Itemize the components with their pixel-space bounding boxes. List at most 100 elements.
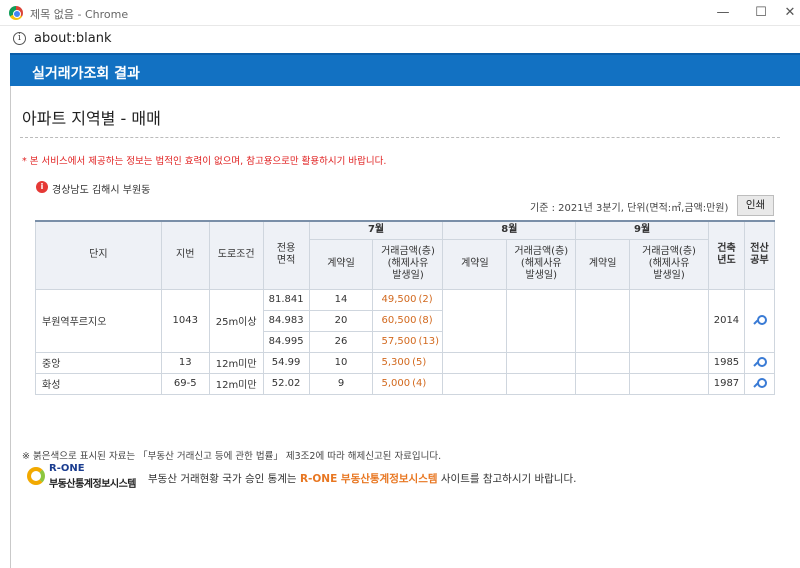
header-month-7: 7월 (308, 220, 444, 240)
area-value: 52.02 (262, 372, 310, 395)
divider (20, 137, 780, 138)
area-value: 84.983 (262, 309, 310, 332)
built-year: 1987 (707, 372, 745, 395)
chrome-logo-icon (9, 6, 23, 20)
magnifier-icon[interactable] (754, 314, 767, 326)
built-year: 1985 (707, 351, 745, 374)
complex-name: 부원역푸르지오 (35, 288, 162, 353)
area-value: 84.995 (262, 330, 310, 353)
footnote-text: ※ 붉은색으로 표시된 자료는 「부동산 거래신고 등에 관한 법률」 제3조2… (22, 451, 442, 462)
rone-notice: 부동산 거래현황 국가 승인 통계는 R-ONE 부동산통계정보시스템 사이트를… (148, 471, 576, 486)
rone-logo-subtitle: 부동산통계정보시스템 (49, 479, 137, 490)
section-title: 아파트 지역별 - 매매 (22, 109, 161, 128)
header-road: 도로조건 (208, 220, 264, 290)
header-built-year: 건축 년도 (707, 220, 745, 290)
floor-value: (8) (418, 315, 433, 326)
window-titlebar: 제목 없음 - Chrome — ☐ ✕ (0, 0, 800, 26)
amount-cell: 5,300 (5) (372, 351, 444, 374)
rone-link[interactable]: R-ONE 부동산통계정보시스템 (300, 473, 438, 485)
amount-value: 60,500 (381, 315, 417, 326)
contract-day: 9 (308, 372, 374, 395)
floor-value: (4) (412, 378, 427, 389)
amount-cell: 49,500 (2) (372, 288, 444, 311)
amount-value: 49,500 (381, 294, 417, 305)
lot-number: 13 (160, 351, 210, 374)
rone-text-before: 부동산 거래현황 국가 승인 통계는 (148, 473, 297, 485)
empty-cell (506, 372, 577, 395)
url-text[interactable]: about:blank (34, 31, 112, 46)
road-condition: 25m이상 (208, 288, 264, 353)
floor-value: (5) (412, 357, 427, 368)
header-amount: 거래금액(층) (해제사유 발생일) (506, 238, 577, 290)
header-contract-day: 계약일 (308, 238, 374, 290)
amount-value: 5,000 (381, 378, 411, 389)
registry-cell (743, 351, 776, 374)
amount-cell: 57,500 (13) (372, 330, 444, 353)
header-month-8: 8월 (442, 220, 577, 240)
magnifier-icon[interactable] (754, 377, 767, 389)
registry-cell (743, 288, 776, 353)
registry-cell (743, 372, 776, 395)
empty-cell (442, 351, 508, 374)
contract-day: 10 (308, 351, 374, 374)
header-month-9: 9월 (575, 220, 709, 240)
rone-logo-icon (27, 467, 45, 485)
transaction-table: 단지 지번 도로조건 전용 면적 7월 8월 9월 건축 년도 전산 공부 계약… (35, 220, 776, 395)
table-row: 화성 69-5 12m미만 52.02 9 5,000 (4) 1987 (35, 372, 776, 395)
amount-cell: 5,000 (4) (372, 372, 444, 395)
amount-value: 5,300 (381, 357, 411, 368)
header-complex: 단지 (35, 220, 162, 290)
header-registry: 전산 공부 (743, 220, 776, 290)
page-header: 실거래가조회 결과 (10, 53, 800, 86)
empty-cell (629, 351, 709, 374)
header-lot: 지번 (160, 220, 210, 290)
empty-cell (442, 288, 508, 353)
window-title: 제목 없음 - Chrome (30, 8, 129, 21)
info-icon[interactable]: i (13, 32, 26, 45)
empty-cell (442, 372, 508, 395)
empty-cell (506, 288, 577, 353)
empty-cell (506, 351, 577, 374)
table-row: 부원역푸르지오 1043 25m이상 81.841 14 49,500 (2) 2… (35, 288, 776, 353)
complex-name: 화성 (35, 372, 162, 395)
table-row: 중앙 13 12m미만 54.99 10 5,300 (5) 1985 (35, 351, 776, 374)
left-border (10, 86, 11, 568)
magnifier-icon[interactable] (754, 356, 767, 368)
rone-logo[interactable]: R-ONE 부동산통계정보시스템 (27, 463, 145, 491)
notice-text: * 본 서비스에서 제공하는 정보는 법적인 효력이 없으며, 참고용으로만 활… (22, 156, 387, 167)
unit-basis-text: 기준 : 2021년 3분기, 단위(면적:㎡,금액:만원) (530, 203, 729, 214)
rone-logo-name: R-ONE (49, 463, 85, 474)
header-area: 전용 면적 (262, 220, 310, 290)
header-amount: 거래금액(층) (해제사유 발생일) (629, 238, 709, 290)
amount-cell: 60,500 (8) (372, 309, 444, 332)
contract-day: 26 (308, 330, 374, 353)
lot-number: 1043 (160, 288, 210, 353)
floor-value: (13) (418, 336, 440, 347)
area-value: 81.841 (262, 288, 310, 311)
contract-day: 20 (308, 309, 374, 332)
amount-value: 57,500 (381, 336, 417, 347)
empty-cell (629, 372, 709, 395)
minimize-button[interactable]: — (708, 3, 738, 23)
floor-value: (2) (418, 294, 433, 305)
print-button[interactable]: 인쇄 (737, 195, 774, 216)
road-condition: 12m미만 (208, 351, 264, 374)
empty-cell (575, 288, 631, 353)
built-year: 2014 (707, 288, 745, 353)
contract-day: 14 (308, 288, 374, 311)
header-contract-day: 계약일 (442, 238, 508, 290)
area-value: 54.99 (262, 351, 310, 374)
location-icon: i (36, 181, 48, 193)
maximize-button[interactable]: ☐ (746, 3, 776, 23)
close-button[interactable]: ✕ (775, 3, 800, 23)
rone-text-after: 사이트를 참고하시기 바랍니다. (440, 473, 577, 485)
address-bar (0, 27, 800, 51)
empty-cell (575, 351, 631, 374)
region-label: 경상남도 김해시 부원동 (52, 185, 151, 196)
header-contract-day: 계약일 (575, 238, 631, 290)
lot-number: 69-5 (160, 372, 210, 395)
header-amount: 거래금액(층) (해제사유 발생일) (372, 238, 444, 290)
empty-cell (575, 372, 631, 395)
empty-cell (629, 288, 709, 353)
road-condition: 12m미만 (208, 372, 264, 395)
